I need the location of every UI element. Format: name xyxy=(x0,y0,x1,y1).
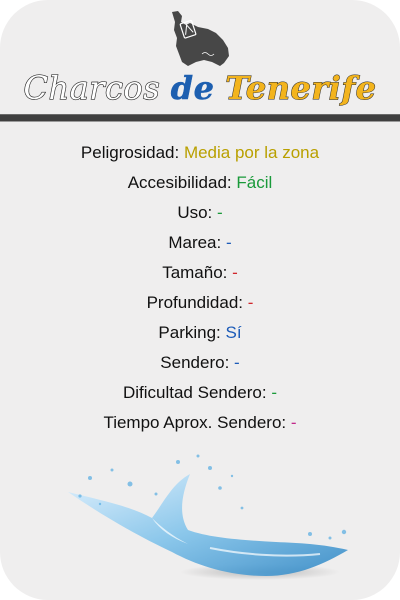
detail-row-parking: Parking: Sí xyxy=(0,318,400,348)
detail-label: Profundidad: xyxy=(146,293,243,312)
detail-label: Parking: xyxy=(158,323,221,342)
detail-row-marea: Marea: - xyxy=(0,228,400,258)
detail-value: - xyxy=(247,293,254,312)
info-card: Charcos de Tenerife Peligrosidad: Media … xyxy=(0,0,400,600)
detail-row-tamano: Tamaño: - xyxy=(0,258,400,288)
detail-label: Tamaño: xyxy=(162,263,228,282)
detail-row-sendero: Sendero: - xyxy=(0,348,400,378)
detail-value: - xyxy=(232,263,238,282)
detail-label: Tiempo Aprox. Sendero: xyxy=(103,413,287,432)
detail-row-profundidad: Profundidad: - xyxy=(0,288,400,318)
detail-value: - xyxy=(271,383,278,402)
detail-label: Accesibilidad: xyxy=(127,173,232,192)
detail-value: Fácil xyxy=(236,173,273,192)
detail-value: Sí xyxy=(225,323,242,342)
detail-label: Uso: xyxy=(177,203,213,222)
detail-row-dificultad-sendero: Dificultad Sendero: - xyxy=(0,378,400,408)
title-word-tenerife: Tenerife xyxy=(225,69,377,108)
detail-value: - xyxy=(217,203,223,222)
detail-value: - xyxy=(290,413,297,432)
detail-label: Dificultad Sendero: xyxy=(122,383,267,402)
title-word-de: de xyxy=(170,69,215,108)
details-list: Peligrosidad: Media por la zona Accesibi… xyxy=(0,138,400,438)
detail-row-peligrosidad: Peligrosidad: Media por la zona xyxy=(0,138,400,168)
detail-label: Marea: xyxy=(168,233,222,252)
detail-label: Peligrosidad: xyxy=(80,143,180,162)
title-word-charcos: Charcos xyxy=(23,68,161,107)
page-title: Charcos de Tenerife xyxy=(0,64,400,112)
water-splash-icon xyxy=(68,454,348,580)
detail-row-tiempo-sendero: Tiempo Aprox. Sendero: - xyxy=(0,408,400,438)
detail-row-accesibilidad: Accesibilidad: Fácil xyxy=(0,168,400,198)
detail-label: Sendero: xyxy=(160,353,230,372)
detail-value: Media por la zona xyxy=(183,143,320,162)
detail-row-uso: Uso: - xyxy=(0,198,400,228)
detail-value: - xyxy=(225,233,232,252)
tenerife-island-map-icon xyxy=(172,11,229,66)
header-divider xyxy=(0,114,400,122)
detail-value: - xyxy=(234,353,240,372)
